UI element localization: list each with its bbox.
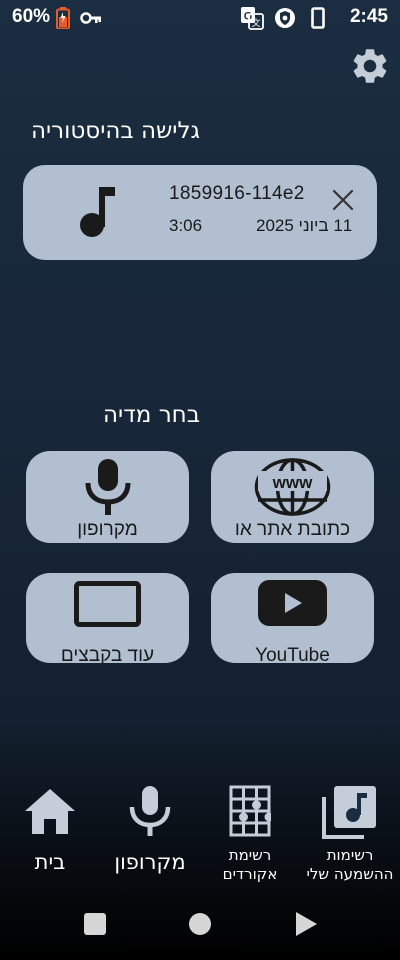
nav-microphone[interactable]: מקרופון [100,785,200,885]
nav-home[interactable]: בית [10,785,90,885]
device-frame-icon [74,581,141,627]
history-item[interactable]: 1859916-114e2 3:06 11 ביוני 2025 [23,165,377,260]
back-button[interactable] [294,911,318,937]
translate-icon: G 文 [241,7,264,30]
settings-button[interactable] [349,45,391,87]
device-files-tile[interactable]: עוד בקבצים [26,573,189,663]
svg-text:www: www [272,473,313,492]
history-item-date: 11 ביוני 2025 [256,216,353,235]
gear-icon [353,49,387,83]
system-nav-bar [0,895,400,960]
nav-chord-list-label-line1: רשימת [228,846,272,864]
media-section-title: בחר מדיה [103,402,200,428]
www-globe-icon: www [254,458,331,516]
back-triangle-icon [296,912,317,936]
nav-microphone-label: מקרופון [114,850,186,874]
nav-playlists[interactable]: רשימות ההשמעה שלי [300,785,400,890]
vpn-key-icon [80,12,101,24]
youtube-tile[interactable]: YouTube [211,573,374,663]
home-icon [25,789,75,834]
close-icon [332,189,354,211]
remove-history-button[interactable] [330,187,356,213]
status-time: 2:45 [349,6,388,27]
music-note-icon [80,187,115,237]
device-files-tile-label: עוד בקבצים [60,645,155,663]
playlist-icon [322,786,376,839]
nav-chord-list[interactable]: רשימת אקורדים [205,785,295,890]
history-item-duration: 3:06 [169,216,203,235]
microphone-icon [129,786,171,836]
youtube-icon [258,580,327,626]
microphone-tile-label: מקרופון [77,519,138,540]
recents-button[interactable] [83,912,107,936]
status-bar: 60% G 文 2:45 [0,0,400,36]
battery-icon [56,7,70,29]
website-tile-label: כתובת אתר או [234,519,351,540]
square-icon [84,913,106,935]
home-system-button[interactable] [188,912,212,936]
youtube-tile-label: YouTube [255,645,330,663]
history-section-title: גלישה בהיסטוריה [30,118,200,144]
nav-chord-list-label-line2: אקורדים [222,865,278,883]
microphone-tile[interactable]: מקרופון [26,451,189,543]
chord-grid-icon [229,785,271,837]
vpn-shield-icon [275,8,295,28]
nav-playlists-label-line2: ההשמעה שלי [306,865,394,883]
circle-icon [189,913,211,935]
nav-playlists-label-line1: רשימות [326,846,374,864]
nav-home-label: בית [34,850,66,874]
battery-percent: 60% [12,6,51,27]
microphone-icon [85,459,131,515]
phone-outline-icon [311,7,325,29]
website-tile[interactable]: www כתובת אתר או [211,451,374,543]
history-item-name: 1859916-114e2 [169,183,305,204]
svg-text:文: 文 [251,17,260,28]
